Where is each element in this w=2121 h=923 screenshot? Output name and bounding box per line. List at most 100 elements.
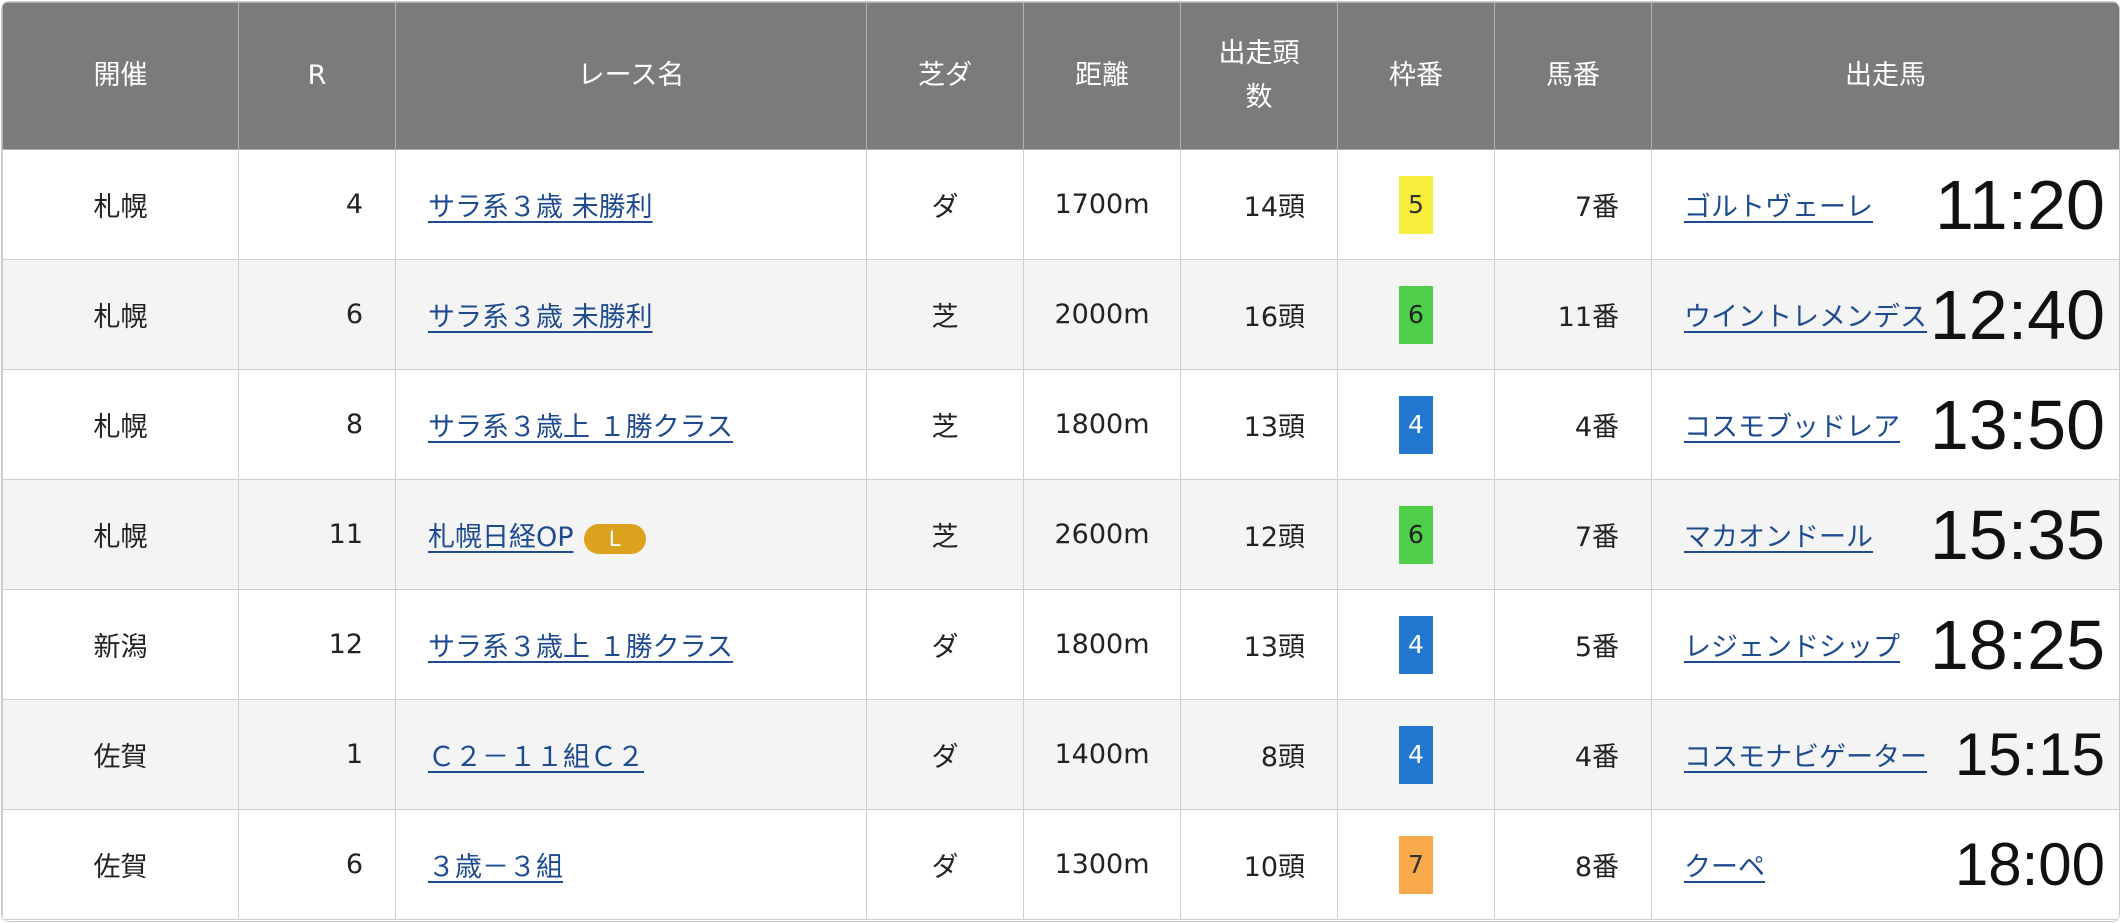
- venue-cell: 札幌: [2, 369, 239, 480]
- runners-cell: 12頭: [1180, 479, 1338, 590]
- race-name-link[interactable]: ３歳－３組: [428, 852, 563, 883]
- race-name-link[interactable]: サラ系３歳 未勝利: [428, 302, 653, 333]
- race-number-cell: 6: [238, 809, 396, 920]
- waku-cell: 6: [1337, 259, 1495, 370]
- header-horse: 出走馬: [1651, 2, 2119, 150]
- race-number-cell: 6: [238, 259, 396, 370]
- distance-cell: 1800m: [1023, 589, 1181, 700]
- umaban-cell: 4番: [1494, 699, 1652, 810]
- header-race-name: レース名: [395, 2, 867, 150]
- horse-name-link[interactable]: マカオンドール: [1684, 522, 1873, 553]
- waku-cell: 4: [1337, 699, 1495, 810]
- post-time: 18:25: [1929, 605, 2105, 684]
- horse-cell: ウイントレメンデス 12:40: [1651, 259, 2119, 370]
- horse-cell: コスモナビゲーター 15:15: [1651, 699, 2119, 810]
- race-number-cell: 12: [238, 589, 396, 700]
- surface-cell: 芝: [866, 369, 1024, 480]
- runners-cell: 14頭: [1180, 149, 1338, 260]
- table-row: 佐賀 6 ３歳－３組 ダ 1300m 10頭 7 8番 クーペ 18:00: [2, 809, 2119, 920]
- surface-cell: ダ: [866, 809, 1024, 920]
- listed-grade-badge: L: [583, 523, 646, 554]
- surface-cell: ダ: [866, 699, 1024, 810]
- table-row: 新潟 12 サラ系３歳上 １勝クラス ダ 1800m 13頭 4 5番 レジェン…: [2, 589, 2119, 700]
- race-name-link[interactable]: Ｃ２－１１組Ｃ２: [428, 742, 644, 773]
- race-name-cell: 札幌日経OP L: [395, 479, 867, 590]
- race-name-link[interactable]: サラ系３歳上 １勝クラス: [428, 412, 733, 443]
- header-runners-line2: 数: [1245, 82, 1273, 113]
- runners-cell: 10頭: [1180, 809, 1338, 920]
- venue-cell: 佐賀: [2, 699, 239, 810]
- distance-cell: 1400m: [1023, 699, 1181, 810]
- race-number-cell: 8: [238, 369, 396, 480]
- umaban-cell: 11番: [1494, 259, 1652, 370]
- waku-badge: 6: [1399, 285, 1433, 344]
- waku-badge: 4: [1399, 395, 1433, 454]
- post-time: 15:15: [1954, 720, 2105, 788]
- waku-cell: 6: [1337, 479, 1495, 590]
- horse-name-link[interactable]: クーペ: [1684, 852, 1765, 883]
- venue-cell: 札幌: [2, 479, 239, 590]
- horse-name-link[interactable]: ゴルトヴェーレ: [1684, 192, 1873, 223]
- umaban-cell: 7番: [1494, 479, 1652, 590]
- race-name-cell: サラ系３歳上 １勝クラス: [395, 369, 867, 480]
- waku-badge: 4: [1399, 725, 1433, 784]
- horse-cell: ゴルトヴェーレ 11:20: [1651, 149, 2119, 260]
- runners-cell: 16頭: [1180, 259, 1338, 370]
- horse-cell: コスモブッドレア 13:50: [1651, 369, 2119, 480]
- race-name-link[interactable]: サラ系３歳上 １勝クラス: [428, 632, 733, 663]
- post-time: 11:20: [1935, 165, 2105, 244]
- runners-cell: 13頭: [1180, 589, 1338, 700]
- distance-cell: 1800m: [1023, 369, 1181, 480]
- race-entries-table: 開催 R レース名 芝ダ 距離 出走頭数 枠番 馬番 出走馬 札幌 4 サラ系３…: [2, 2, 2119, 920]
- horse-name-link[interactable]: ウイントレメンデス: [1684, 302, 1927, 333]
- race-name-link[interactable]: サラ系３歳 未勝利: [428, 192, 653, 223]
- venue-cell: 札幌: [2, 259, 239, 370]
- race-table-container: 開催 R レース名 芝ダ 距離 出走頭数 枠番 馬番 出走馬 札幌 4 サラ系３…: [1, 1, 2120, 922]
- horse-name-link[interactable]: レジェンドシップ: [1684, 632, 1900, 663]
- horse-cell: クーペ 18:00: [1651, 809, 2119, 920]
- waku-cell: 4: [1337, 369, 1495, 480]
- runners-cell: 8頭: [1180, 699, 1338, 810]
- post-time: 12:40: [1929, 275, 2105, 354]
- venue-cell: 札幌: [2, 149, 239, 260]
- umaban-cell: 5番: [1494, 589, 1652, 700]
- race-name-cell: サラ系３歳 未勝利: [395, 259, 867, 370]
- header-distance: 距離: [1023, 2, 1181, 150]
- waku-badge: 6: [1399, 505, 1433, 564]
- race-name-cell: サラ系３歳上 １勝クラス: [395, 589, 867, 700]
- table-header-row: 開催 R レース名 芝ダ 距離 出走頭数 枠番 馬番 出走馬: [2, 2, 2119, 150]
- race-name-link[interactable]: 札幌日経OP: [428, 522, 574, 553]
- distance-cell: 1300m: [1023, 809, 1181, 920]
- header-runners-line1: 出走頭: [1218, 38, 1300, 69]
- race-number-cell: 4: [238, 149, 396, 260]
- distance-cell: 2000m: [1023, 259, 1181, 370]
- table-row: 札幌 4 サラ系３歳 未勝利 ダ 1700m 14頭 5 7番 ゴルトヴェーレ 1…: [2, 149, 2119, 260]
- race-number-cell: 1: [238, 699, 396, 810]
- waku-cell: 7: [1337, 809, 1495, 920]
- horse-name-link[interactable]: コスモブッドレア: [1684, 412, 1900, 443]
- umaban-cell: 4番: [1494, 369, 1652, 480]
- umaban-cell: 7番: [1494, 149, 1652, 260]
- header-waku: 枠番: [1337, 2, 1495, 150]
- race-name-cell: Ｃ２－１１組Ｃ２: [395, 699, 867, 810]
- venue-cell: 新潟: [2, 589, 239, 700]
- header-surface: 芝ダ: [866, 2, 1024, 150]
- runners-cell: 13頭: [1180, 369, 1338, 480]
- surface-cell: ダ: [866, 589, 1024, 700]
- table-row: 札幌 8 サラ系３歳上 １勝クラス 芝 1800m 13頭 4 4番 コスモブッ…: [2, 369, 2119, 480]
- waku-cell: 5: [1337, 149, 1495, 260]
- race-name-cell: ３歳－３組: [395, 809, 867, 920]
- table-row: 札幌 6 サラ系３歳 未勝利 芝 2000m 16頭 6 11番 ウイントレメン…: [2, 259, 2119, 370]
- horse-name-link[interactable]: コスモナビゲーター: [1684, 742, 1927, 773]
- distance-cell: 1700m: [1023, 149, 1181, 260]
- waku-badge: 4: [1399, 615, 1433, 674]
- post-time: 13:50: [1929, 385, 2105, 464]
- venue-cell: 佐賀: [2, 809, 239, 920]
- waku-badge: 5: [1399, 175, 1433, 234]
- horse-cell: レジェンドシップ 18:25: [1651, 589, 2119, 700]
- race-name-cell: サラ系３歳 未勝利: [395, 149, 867, 260]
- waku-badge: 7: [1399, 835, 1433, 894]
- post-time: 18:00: [1954, 830, 2105, 898]
- header-umaban: 馬番: [1494, 2, 1652, 150]
- header-runners: 出走頭数: [1180, 2, 1338, 150]
